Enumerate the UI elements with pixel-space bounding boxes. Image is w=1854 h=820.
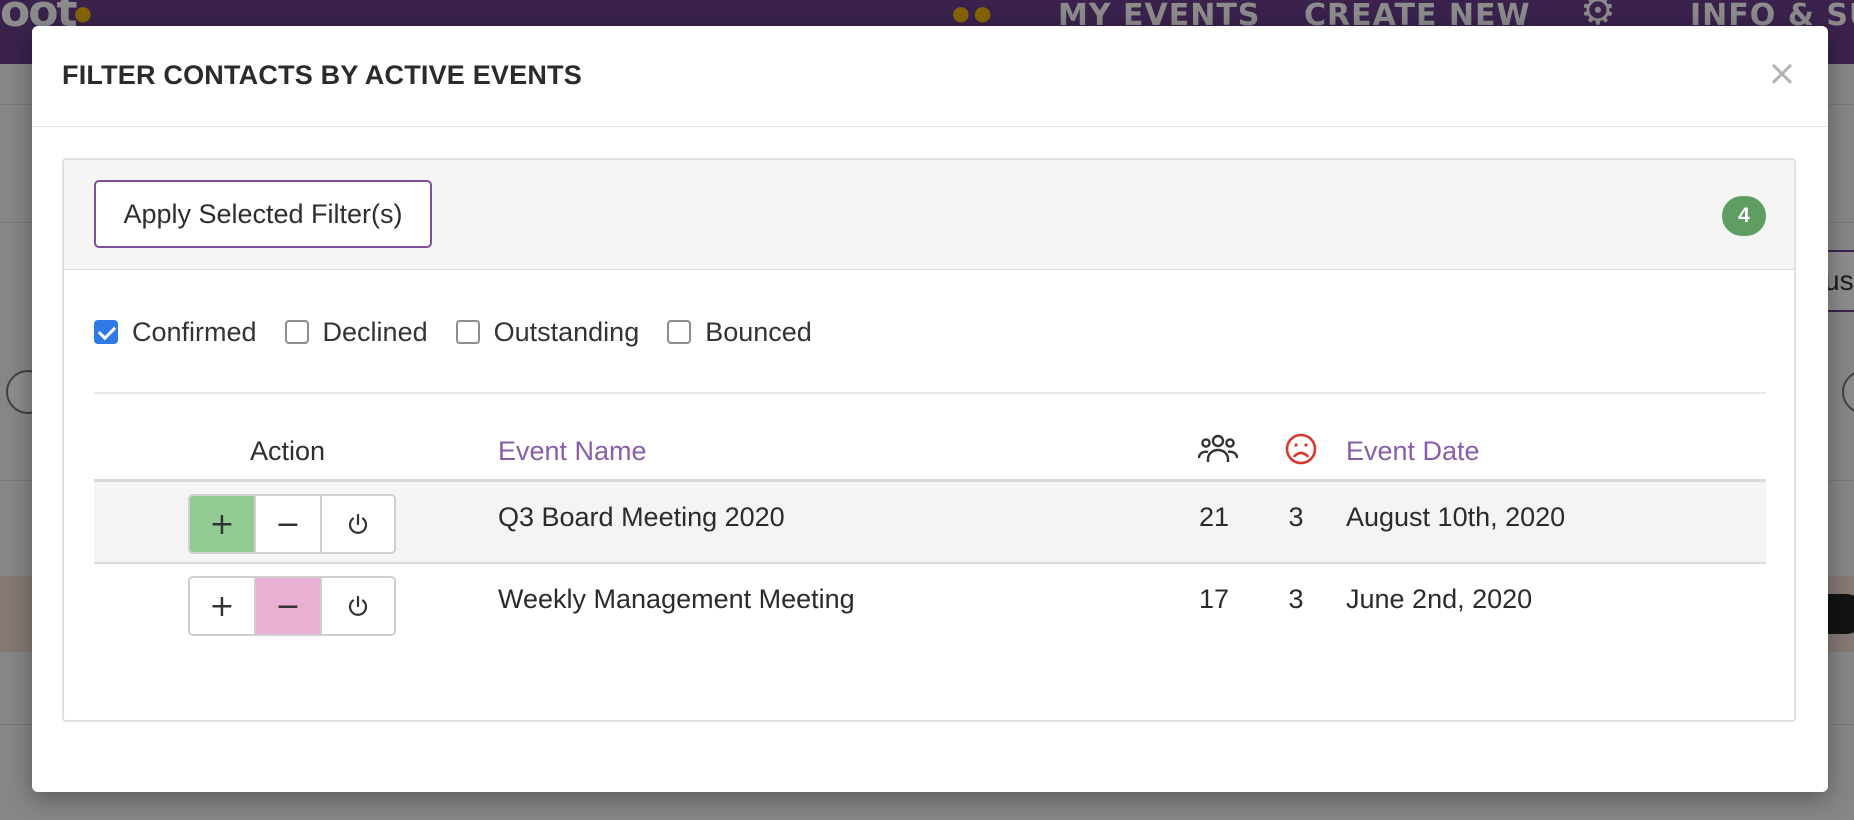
include-button[interactable]: + [190,578,256,634]
row-action-group: + − [188,576,396,636]
header-action: Action [250,436,326,466]
table-header: Action Event Name Event Date [94,428,1766,482]
include-button[interactable]: + [190,496,256,552]
confirmed-checkbox[interactable] [94,320,118,344]
header-event-date[interactable]: Event Date [1346,436,1480,467]
sad-face-icon [1284,432,1318,473]
status-label: Outstanding [493,316,640,347]
apply-filters-button[interactable]: Apply Selected Filter(s) [94,180,432,248]
events-table: Action Event Name Event Date + − Q3 Boar… [94,428,1766,646]
status-label: Declined [322,316,428,347]
declined-count: 3 [1288,502,1304,532]
event-name: Q3 Board Meeting 2020 [498,502,785,532]
power-icon[interactable] [322,496,394,552]
attendee-count: 17 [1198,584,1230,614]
section-divider [94,392,1766,394]
bounced-checkbox[interactable] [667,320,692,344]
attendee-count: 21 [1198,502,1230,532]
event-date: August 10th, 2020 [1346,502,1566,532]
status-label: Confirmed [132,316,257,347]
table-row: + − Q3 Board Meeting 2020 21 3 August 10… [94,482,1766,564]
exclude-button[interactable]: − [256,496,322,552]
header-event-name[interactable]: Event Name [498,436,647,467]
exclude-button[interactable]: − [256,578,322,634]
filter-modal: FILTER CONTACTS BY ACTIVE EVENTS × Apply… [32,26,1828,792]
row-action-group: + − [188,494,396,554]
declined-count: 3 [1288,584,1304,614]
event-name: Weekly Management Meeting [498,584,855,614]
declined-checkbox[interactable] [284,320,309,344]
people-group-icon [1197,432,1239,473]
outstanding-checkbox[interactable] [455,320,480,344]
close-icon[interactable]: × [1762,54,1802,94]
status-label: Bounced [705,316,812,347]
filter-panel: Apply Selected Filter(s) 4 Confirmed Dec… [62,158,1796,722]
status-outstanding[interactable]: Outstanding [455,316,640,348]
status-declined[interactable]: Declined [284,316,428,348]
status-filter-row: Confirmed Declined Outstanding Bounced [94,312,840,352]
event-date: June 2nd, 2020 [1346,584,1533,614]
panel-heading: Apply Selected Filter(s) 4 [64,160,1794,270]
modal-title: FILTER CONTACTS BY ACTIVE EVENTS [62,60,582,90]
table-row: + − Weekly Management Meeting 17 3 June … [94,564,1766,646]
power-icon[interactable] [322,578,394,634]
count-badge: 4 [1722,196,1766,236]
modal-header: FILTER CONTACTS BY ACTIVE EVENTS × [32,26,1828,127]
status-bounced[interactable]: Bounced [667,317,812,348]
status-confirmed[interactable]: Confirmed [94,317,257,348]
